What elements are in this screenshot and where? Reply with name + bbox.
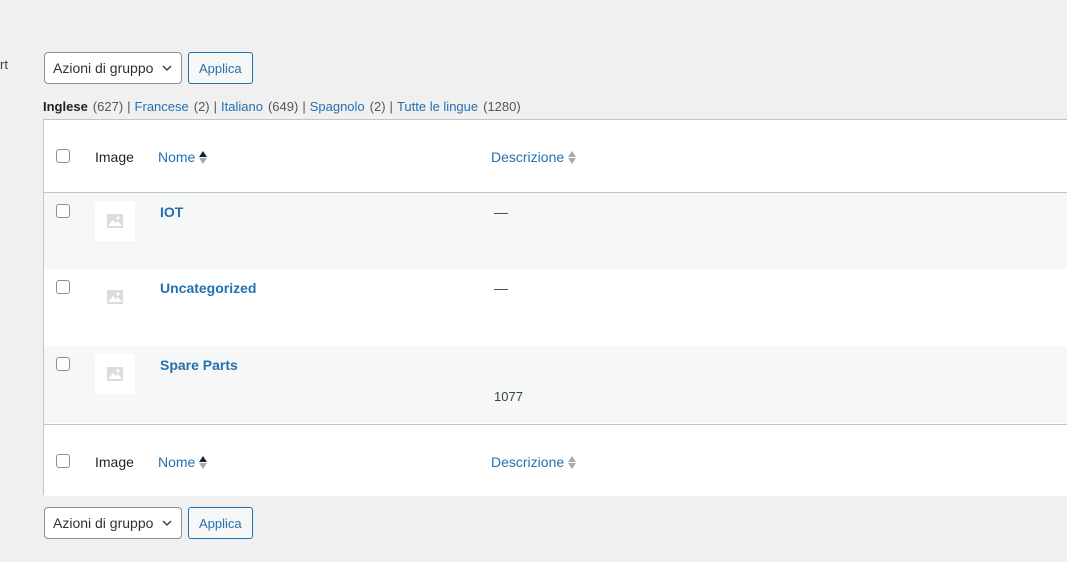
bulk-actions-select-value: Azioni di gruppo	[53, 60, 154, 76]
table-footer: Image Nome Descrizione	[44, 424, 1067, 496]
image-placeholder-icon	[95, 277, 135, 317]
row-checkbox[interactable]	[56, 280, 70, 294]
language-filter-current-count: (627)	[92, 99, 124, 114]
bulk-actions-top: Azioni di gruppo Applica	[44, 52, 253, 84]
categories-table: Image Nome Descrizione IOT — Uncategoriz…	[43, 119, 1067, 496]
language-filter-current: Inglese	[43, 99, 88, 114]
language-filter-link-italiano[interactable]: Italiano	[221, 99, 263, 114]
table-row: IOT —	[44, 193, 1067, 269]
chevron-down-icon	[161, 517, 173, 529]
row-name-link[interactable]: Spare Parts	[160, 357, 238, 373]
image-placeholder-icon	[95, 354, 135, 394]
image-placeholder-icon	[95, 201, 135, 241]
sort-ascending-icon	[199, 455, 208, 469]
column-header-description[interactable]: Descrizione	[491, 149, 577, 165]
column-footer-name-label: Nome	[158, 454, 196, 470]
language-filter-count: (1280)	[483, 99, 521, 114]
select-all-checkbox[interactable]	[56, 149, 70, 163]
row-name-link[interactable]: Uncategorized	[160, 280, 256, 296]
table-row: Uncategorized —	[44, 269, 1067, 346]
row-description: —	[494, 280, 508, 296]
column-footer-name[interactable]: Nome	[158, 454, 208, 470]
row-checkbox[interactable]	[56, 357, 70, 371]
language-filter-count: (2)	[193, 99, 210, 114]
column-footer-description-label: Descrizione	[491, 454, 565, 470]
bulk-actions-select[interactable]: Azioni di gruppo	[44, 52, 182, 84]
column-header-name-label: Nome	[158, 149, 196, 165]
row-count: 1077	[494, 389, 523, 404]
bulk-actions-bottom: Azioni di gruppo Applica	[44, 507, 253, 539]
table-header: Image Nome Descrizione	[44, 120, 1067, 193]
chevron-down-icon	[161, 62, 173, 74]
bulk-actions-select-bottom[interactable]: Azioni di gruppo	[44, 507, 182, 539]
bulk-actions-select-value: Azioni di gruppo	[53, 515, 154, 531]
row-name-link[interactable]: IOT	[160, 204, 183, 220]
sort-neutral-icon	[568, 455, 577, 469]
language-filter: Inglese (627) | Francese (2) | Italiano …	[43, 99, 521, 114]
column-header-image: Image	[95, 149, 134, 165]
language-filter-count: (2)	[369, 99, 386, 114]
apply-button-bottom[interactable]: Applica	[188, 507, 253, 539]
language-filter-link-all[interactable]: Tutte le lingue	[397, 99, 478, 114]
apply-button[interactable]: Applica	[188, 52, 253, 84]
column-header-name[interactable]: Nome	[158, 149, 208, 165]
column-header-description-label: Descrizione	[491, 149, 565, 165]
row-description: —	[494, 204, 508, 220]
column-footer-description[interactable]: Descrizione	[491, 454, 577, 470]
select-all-checkbox-footer[interactable]	[56, 454, 70, 468]
language-filter-count: (649)	[267, 99, 299, 114]
language-filter-link-francese[interactable]: Francese	[135, 99, 189, 114]
column-footer-image: Image	[95, 454, 134, 470]
table-row: Spare Parts 1077	[44, 346, 1067, 423]
cut-off-text: rt	[0, 57, 8, 72]
sort-ascending-icon	[199, 150, 208, 164]
sort-neutral-icon	[568, 150, 577, 164]
language-filter-link-spagnolo[interactable]: Spagnolo	[310, 99, 365, 114]
row-checkbox[interactable]	[56, 204, 70, 218]
